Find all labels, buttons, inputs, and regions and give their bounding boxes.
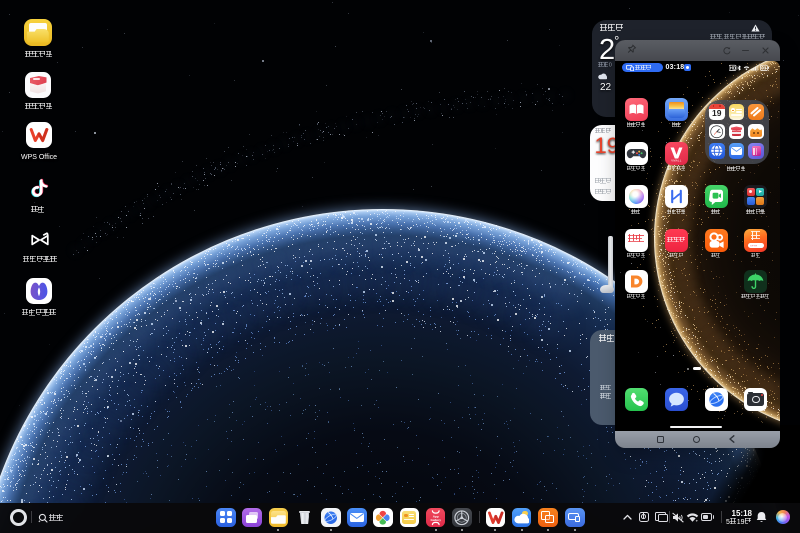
svg-text:Gallery: Gallery <box>430 518 441 522</box>
